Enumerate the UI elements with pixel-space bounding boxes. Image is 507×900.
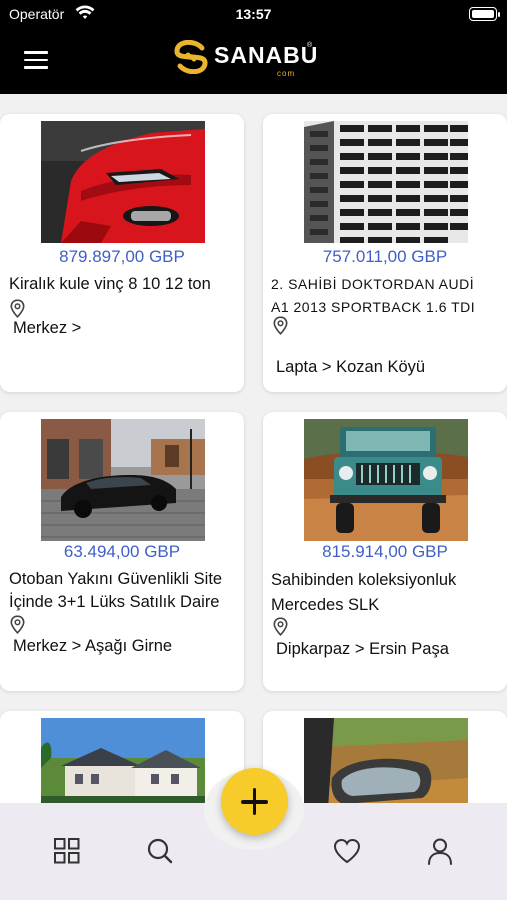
top-navbar: SANABU ® com bbox=[0, 28, 507, 94]
listing-price: 879.897,00 GBP bbox=[59, 247, 185, 266]
listing-price: 757.011,00 GBP bbox=[322, 247, 448, 266]
listing-title-line: İçinde 3+1 Lüks Satılık Daire bbox=[9, 593, 220, 611]
listing-photo-car-mirror bbox=[304, 718, 468, 804]
sanabu-logo[interactable]: SANABU ® com bbox=[172, 38, 317, 82]
location-pin-icon bbox=[273, 617, 288, 636]
location-pin-icon bbox=[10, 615, 25, 634]
listing-price: 815.914,00 GBP bbox=[322, 542, 448, 561]
grid-icon[interactable] bbox=[52, 836, 82, 866]
listing-title: Otoban Yakını Güvenlikli Site İçinde 3+1… bbox=[9, 568, 241, 614]
listing-title-line: Sahibinden koleksiyonluk bbox=[271, 571, 457, 589]
status-bar: Operatör 13:57 bbox=[0, 0, 507, 28]
listing-title: Sahibinden koleksiyonluk Mercedes SLK bbox=[271, 568, 503, 618]
listing-title-line: Kiralık kule vinç 8 10 12 ton bbox=[9, 275, 211, 293]
listing-title-line: Otoban Yakını Güvenlikli Site bbox=[9, 570, 223, 588]
listing-card[interactable]: 815.914,00 GBP Sahibinden koleksiyonluk … bbox=[263, 412, 507, 691]
listing-card[interactable]: 757.011,00 GBP 2. SAHİBİ DOKTORDAN AUDİ … bbox=[263, 114, 507, 392]
listing-card[interactable]: 63.494,00 GBP Otoban Yakını Güvenlikli S… bbox=[0, 412, 244, 691]
listing-card[interactable]: 879.897,00 GBP Kiralık kule vinç 8 10 12… bbox=[0, 114, 244, 392]
listing-location: Lapta > Kozan Köyü bbox=[276, 358, 426, 376]
listing-photo-black-car bbox=[41, 419, 205, 541]
clock: 13:57 bbox=[235, 6, 272, 22]
listing-grid: 879.897,00 GBP Kiralık kule vinç 8 10 12… bbox=[0, 94, 507, 804]
logo-swirl-icon bbox=[174, 40, 208, 74]
listing-card[interactable] bbox=[263, 711, 507, 804]
logo-domain: com bbox=[277, 69, 296, 78]
hamburger-menu-icon[interactable] bbox=[24, 51, 48, 69]
listing-photo-house bbox=[41, 718, 205, 804]
heart-icon[interactable] bbox=[332, 836, 362, 866]
search-icon[interactable] bbox=[145, 836, 175, 866]
logo-wordmark: SANABU bbox=[214, 42, 319, 68]
listing-title-line: A1 2013 SPORTBACK 1.6 TDI bbox=[271, 299, 476, 315]
logo-registered-mark: ® bbox=[307, 42, 313, 49]
add-listing-button[interactable] bbox=[221, 768, 288, 835]
battery-icon bbox=[469, 7, 500, 21]
listing-title: Kiralık kule vinç 8 10 12 ton bbox=[9, 273, 241, 296]
plus-icon-vertical bbox=[252, 788, 257, 815]
listing-card[interactable] bbox=[0, 711, 244, 804]
listing-title-line: 2. SAHİBİ DOKTORDAN AUDİ bbox=[271, 276, 475, 292]
listing-photo-jeep bbox=[304, 419, 468, 541]
listing-location: Merkez > Aşağı Girne bbox=[13, 637, 173, 655]
listing-location: Merkez > bbox=[13, 319, 82, 337]
listing-title-line: Mercedes SLK bbox=[271, 596, 380, 614]
listing-location: Dipkarpaz > Ersin Paşa bbox=[276, 640, 449, 658]
user-icon[interactable] bbox=[425, 836, 455, 866]
listing-price: 63.494,00 GBP bbox=[63, 542, 181, 561]
listing-photo-building bbox=[304, 121, 468, 243]
listing-title: 2. SAHİBİ DOKTORDAN AUDİ A1 2013 SPORTBA… bbox=[271, 273, 503, 319]
location-pin-icon bbox=[273, 316, 288, 335]
location-pin-icon bbox=[10, 299, 25, 318]
listing-photo-red-car bbox=[41, 121, 205, 243]
